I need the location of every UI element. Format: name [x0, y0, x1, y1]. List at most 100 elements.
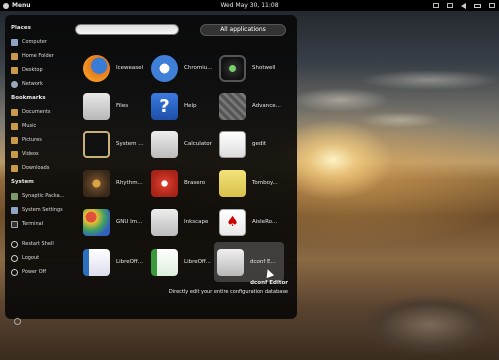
system-title: System — [11, 179, 34, 185]
firefox-icon — [83, 54, 110, 82]
app-calculator[interactable]: Calculator — [148, 124, 216, 164]
system-tray — [433, 0, 495, 11]
power-icon — [11, 268, 18, 276]
tomboy-icon — [219, 169, 246, 197]
app-aisleriot[interactable]: AisleRo... — [216, 202, 284, 242]
sidebar-item-downloads[interactable]: Downloads — [11, 161, 77, 175]
calculator-icon — [151, 130, 178, 158]
app-gimp[interactable]: GNU Im... — [80, 202, 148, 242]
libreoffice-writer-icon — [83, 248, 110, 276]
app-inkscape[interactable]: Inkscape — [148, 202, 216, 242]
sidebar-item-restart-shell[interactable]: Restart Shell — [11, 237, 77, 251]
aisleriot-icon — [219, 208, 246, 236]
app-label: GNU Im... — [116, 219, 143, 225]
app-chromium[interactable]: Chromiu... — [148, 48, 216, 88]
network-icon[interactable] — [447, 3, 453, 8]
dconf-editor-icon — [217, 248, 244, 276]
app-label: LibreOff... — [184, 259, 211, 265]
accessibility-icon[interactable] — [433, 3, 439, 8]
app-libreoffice-writer[interactable]: LibreOff... — [80, 242, 148, 282]
sidebar-item-desktop[interactable]: Desktop — [11, 63, 77, 77]
sidebar-item-documents[interactable]: Documents — [11, 105, 77, 119]
app-label: AisleRo... — [252, 219, 278, 225]
battery-icon[interactable] — [474, 3, 481, 8]
app-system-monitor[interactable]: System ... — [80, 124, 148, 164]
clock[interactable]: Wed May 30, 11:08 — [0, 0, 499, 11]
wallpaper-clouds — [280, 60, 499, 140]
app-label: gedit — [252, 141, 267, 147]
app-advanced-settings[interactable]: Advance... — [216, 86, 284, 126]
app-label: System ... — [116, 141, 144, 147]
all-applications-button[interactable]: All applications — [200, 24, 286, 36]
sidebar-item-system-settings[interactable]: System Settings — [11, 203, 77, 217]
network-icon — [11, 80, 18, 88]
sidebar-item-label: Desktop — [22, 67, 43, 73]
app-iceweasel[interactable]: Iceweasel — [80, 48, 148, 88]
sidebar-item-logout[interactable]: Logout — [11, 251, 77, 265]
chromium-icon — [151, 54, 178, 82]
app-brasero[interactable]: Brasero — [148, 163, 216, 203]
sidebar-item-label: Computer — [22, 39, 47, 45]
app-tomboy[interactable]: Tomboy... — [216, 163, 284, 203]
help-icon — [151, 92, 178, 120]
sidebar-item-network[interactable]: Network — [11, 77, 77, 91]
sidebar-item-pictures[interactable]: Pictures — [11, 133, 77, 147]
search-input[interactable] — [76, 34, 178, 44]
app-label: Help — [184, 103, 197, 109]
app-label: Tomboy... — [252, 180, 278, 186]
app-gedit[interactable]: gedit — [216, 124, 284, 164]
logout-icon — [11, 254, 18, 262]
terminal-icon — [11, 220, 18, 228]
sidebar-item-label: Music — [22, 123, 37, 129]
folder-icon — [11, 122, 18, 130]
app-info: dconf Editor Directly edit your entire c… — [150, 280, 288, 295]
sidebar-item-label: Documents — [22, 109, 51, 115]
volume-icon[interactable] — [461, 2, 466, 9]
sidebar-item-home-folder[interactable]: Home Folder — [11, 49, 77, 63]
sidebar-item-label: Power Off — [22, 269, 47, 275]
app-label: LibreOff... — [116, 259, 143, 265]
search-field[interactable] — [75, 24, 179, 44]
app-rhythmbox[interactable]: Rhythm... — [80, 163, 148, 203]
computer-icon — [11, 38, 18, 46]
rhythmbox-icon — [83, 169, 110, 197]
sidebar-item-videos[interactable]: Videos — [11, 147, 77, 161]
app-dconf-editor[interactable]: dconf E... — [214, 242, 284, 282]
app-help[interactable]: Help — [148, 86, 216, 126]
files-icon — [83, 92, 110, 120]
sidebar-item-terminal[interactable]: Terminal — [11, 217, 77, 231]
sidebar-item-music[interactable]: Music — [11, 119, 77, 133]
app-label: Iceweasel — [116, 65, 144, 71]
app-label: Inkscape — [184, 219, 209, 225]
restart-icon — [11, 240, 18, 248]
folder-icon — [11, 108, 18, 116]
sidebar-item-computer[interactable]: Computer — [11, 35, 77, 49]
app-label: dconf E... — [250, 259, 276, 265]
gedit-icon — [219, 130, 246, 158]
bookmarks-title: Bookmarks — [11, 95, 46, 101]
app-files[interactable]: Files — [80, 86, 148, 126]
app-info-name: dconf Editor — [250, 280, 288, 286]
app-label: Files — [116, 103, 129, 109]
app-label: Calculator — [184, 141, 212, 147]
places-title: Places — [11, 25, 31, 31]
app-label: Brasero — [184, 180, 206, 186]
advanced-settings-icon — [219, 92, 246, 120]
folder-icon — [11, 52, 18, 60]
app-libreoffice-calc[interactable]: LibreOff... — [148, 242, 216, 282]
sidebar-item-label: System Settings — [22, 207, 63, 213]
inkscape-icon — [151, 208, 178, 236]
app-label: Shotwell — [252, 65, 276, 71]
sidebar-item-synaptic[interactable]: Synaptic Packa... — [11, 189, 77, 203]
libreoffice-calc-icon — [151, 248, 178, 276]
sidebar-item-label: Pictures — [22, 137, 42, 143]
app-label: Advance... — [252, 103, 281, 109]
system-monitor-icon — [83, 130, 110, 158]
sidebar-item-label: Logout — [22, 255, 40, 261]
settings-gear-icon[interactable] — [14, 318, 21, 325]
app-shotwell[interactable]: Shotwell — [216, 48, 284, 88]
user-menu-icon[interactable] — [489, 3, 495, 8]
sidebar-item-label: Terminal — [22, 221, 44, 227]
app-info-description: Directly edit your entire configuration … — [168, 289, 288, 295]
sidebar-item-power-off[interactable]: Power Off — [11, 265, 77, 279]
